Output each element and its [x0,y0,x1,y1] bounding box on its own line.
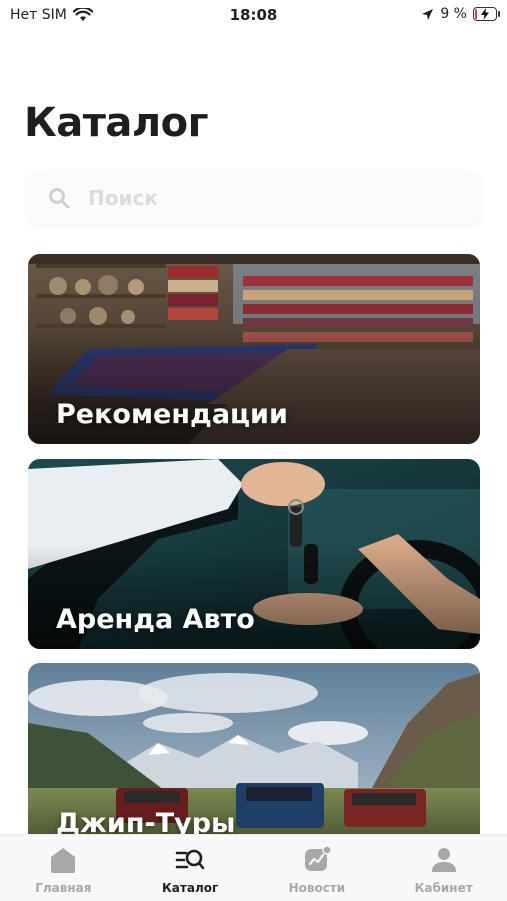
tab-label: Новости [288,881,346,895]
status-right: 9 % [421,6,500,22]
category-card-jeep-tours[interactable]: Джип-Туры [28,663,480,853]
bottom-tab-bar: Главная Каталог Новости Кабинет [0,834,507,901]
catalog-search-icon [175,849,205,870]
location-arrow-icon [422,8,434,20]
card-label: Аренда Авто [56,604,255,635]
home-icon [51,848,76,873]
card-label: Рекомендации [56,399,288,430]
battery-percent: 9 % [440,6,467,22]
search-input[interactable] [86,185,450,211]
tab-news[interactable]: Новости [254,835,381,901]
search-box[interactable] [28,172,480,224]
tab-label: Каталог [161,881,219,895]
news-chart-icon [304,845,332,871]
tab-account[interactable]: Кабинет [380,835,507,901]
battery-level [475,9,477,19]
tab-label: Главная [35,881,92,895]
charging-bolt-icon [481,8,489,20]
tab-catalog[interactable]: Каталог [127,835,254,901]
page-title: Каталог [24,100,209,146]
search-icon [49,188,70,209]
status-bar: Нет SIM 18:08 9 % [0,0,507,34]
tab-label: Кабинет [414,881,473,895]
tab-home[interactable]: Главная [0,835,127,901]
user-icon [431,848,456,872]
category-card-car-rental[interactable]: Аренда Авто [28,459,480,649]
battery-icon [473,7,500,21]
category-card-recommendations[interactable]: Рекомендации [28,254,480,444]
